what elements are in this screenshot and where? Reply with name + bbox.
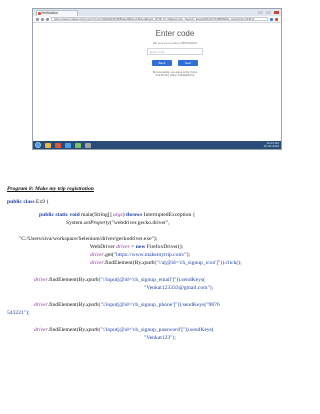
embedded-screenshot: Verification https://www.makemytrip.com/… [32, 8, 282, 150]
code-line-password-value: "Venkat123"); [144, 335, 176, 341]
code-line-gecko-path: "C:/Users/siva/workspace/Selenium/driver… [19, 236, 158, 242]
folder-icon[interactable] [45, 142, 51, 148]
code-var: driver [90, 260, 104, 266]
code-string: "https://www.makemytrip.com/" [113, 252, 187, 258]
minimize-icon[interactable] [258, 11, 263, 14]
terms-note: By proceeding, you agree to the Terms an… [152, 71, 198, 78]
firefox-icon[interactable] [55, 142, 61, 148]
code-var: driver [34, 302, 48, 308]
code-line-main: public static void main(String[] args) t… [39, 212, 195, 219]
code-var: driver [90, 252, 104, 258]
back-button[interactable]: Back [152, 60, 172, 66]
browser-page: Enter code We sent you a code to 9876543… [33, 23, 281, 141]
code-text: .findElement(By. [47, 277, 87, 283]
code-text: .findElement(By. [47, 327, 87, 333]
code-text: .get( [103, 252, 114, 258]
code-method: xpath [86, 277, 99, 283]
code-line-get: driver.get("https://www.makemytrip.com/"… [90, 252, 190, 259]
keyword: new [135, 244, 146, 250]
code-line-signup-click: driver.findElement(By.xpath("//a[@id='ch… [90, 260, 242, 267]
code-line-email-value: "Venkat123333@gmail.com"); [144, 285, 214, 291]
code-line-phone: driver.findElement(By.xpath("//input[@id… [34, 302, 220, 309]
code-var: driver [34, 277, 48, 283]
code-line-class: public class Ex9 { [7, 199, 49, 206]
code-input[interactable]: Enter code [147, 48, 203, 55]
code-text: InterruptedException { [142, 212, 196, 218]
code-text: ); [186, 252, 191, 258]
app-icon[interactable] [65, 142, 71, 148]
code-method: xpath [86, 302, 99, 308]
reload-icon[interactable] [46, 17, 49, 21]
code-text: .findElement(By. [103, 260, 143, 266]
tray-date: 25-09-2019 [263, 144, 279, 148]
code-text: System. [66, 220, 84, 226]
favicon-icon [38, 12, 41, 15]
dialog-title: Enter code [155, 29, 195, 38]
enter-code-dialog: Enter code We sent you a code to 9876543… [134, 28, 216, 108]
code-line-email: driver.findElement(By.xpath("//input[@id… [34, 277, 205, 284]
browser-tab-bar: Verification [33, 9, 281, 16]
code-text: FirefoxDriver(); [145, 244, 184, 250]
code-line-webdriver: WebDriver driver = new FirefoxDriver(); [90, 244, 183, 251]
code-line-setproperty: System.setProperty("webdriver.gecko.driv… [66, 220, 169, 227]
os-taskbar: 10:23 AM 25-09-2019 [33, 141, 281, 149]
code-string: ("webdriver.gecko.driver", [109, 220, 170, 226]
program-heading: Program 8: Make my trip registration [7, 186, 94, 192]
code-param: args [112, 212, 123, 218]
code-string: ("//a[@id='ch_signup_icon']")).click(); [154, 260, 242, 266]
keyword: public class [7, 199, 35, 205]
app-icon[interactable] [75, 142, 81, 148]
code-line-password: driver.findElement(By.xpath("//input[@id… [34, 327, 214, 334]
address-bar: https://www.makemytrip.com/?cmp=SEM|D|DF… [33, 16, 281, 23]
close-icon[interactable] [274, 11, 279, 14]
code-method: xpath [86, 327, 99, 333]
extension-icon[interactable] [270, 17, 273, 21]
class-name: Ex9 { [34, 199, 50, 205]
window-controls [258, 9, 281, 16]
app-icon[interactable] [85, 142, 91, 148]
code-string: ("//input[@id='ch_signup_email']")).send… [98, 277, 205, 283]
system-tray-clock: 10:23 AM 25-09-2019 [263, 141, 279, 149]
code-var: driver [116, 244, 130, 250]
url-field[interactable]: https://www.makemytrip.com/?cmp=SEM|D|DF… [51, 16, 268, 22]
maximize-icon[interactable] [266, 11, 271, 14]
forward-icon[interactable] [41, 17, 44, 21]
code-line-phone-cont: 543221"); [7, 310, 30, 316]
next-button[interactable]: Next [178, 60, 198, 66]
code-method: xpath [142, 260, 155, 266]
tab-title: Verification [41, 11, 59, 15]
browser-tab[interactable]: Verification [36, 10, 78, 16]
start-button-icon[interactable] [35, 142, 41, 148]
keyword: throws [125, 212, 143, 218]
code-string: ("//input[@id='ch_signup_password']")).s… [98, 327, 214, 333]
code-string: ("//input[@id='ch_signup_phone']")).send… [98, 302, 220, 308]
code-text: WebDriver [90, 244, 117, 250]
code-text: .findElement(By. [47, 302, 87, 308]
dialog-buttons: Back Next [134, 60, 216, 66]
dialog-subtitle: We sent you a code to 9876543210 [152, 41, 198, 45]
back-icon[interactable] [36, 17, 39, 21]
code-text: main(String[] [79, 212, 113, 218]
keyword: public static void [39, 212, 80, 218]
extension-icon[interactable] [275, 17, 278, 21]
code-method: setProperty [83, 220, 110, 226]
code-var: driver [34, 327, 48, 333]
